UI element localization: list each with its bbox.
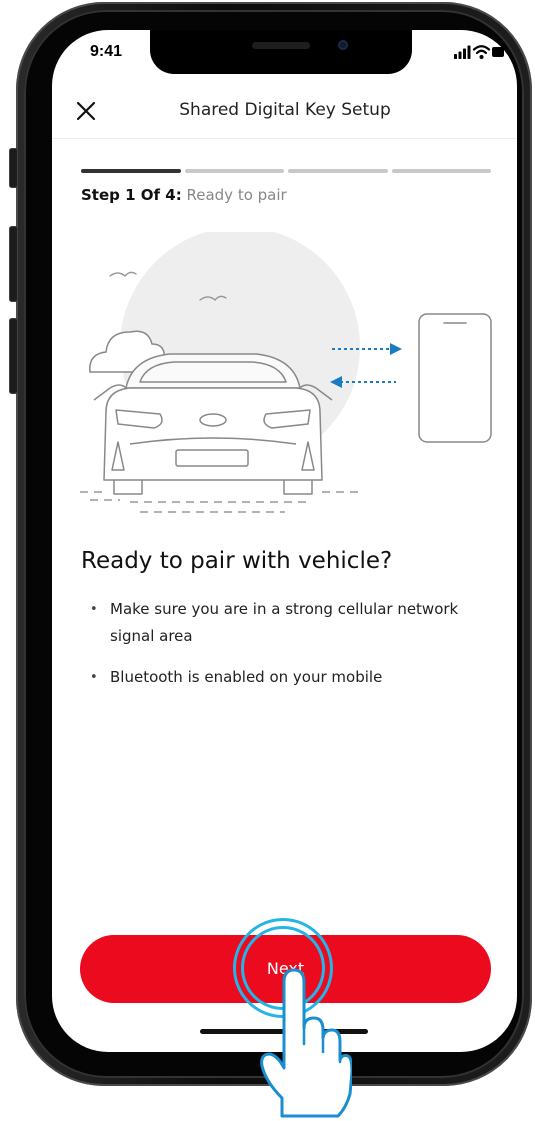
page-title: Shared Digital Key Setup bbox=[179, 100, 391, 120]
mute-switch bbox=[9, 148, 18, 188]
phone-icon bbox=[418, 313, 492, 443]
step-indicator: Step 1 Of 4: Ready to pair bbox=[81, 186, 287, 204]
instructions-list: Make sure you are in a strong cellular n… bbox=[90, 596, 490, 705]
progress-segment-2 bbox=[184, 169, 284, 173]
list-item: Bluetooth is enabled on your mobile bbox=[90, 664, 490, 691]
arrow-left-icon bbox=[330, 376, 396, 388]
cellular-signal-icon bbox=[454, 45, 471, 59]
tutorial-stage: 9:41 Shared Digital Key Setup Step 1 Of … bbox=[0, 0, 535, 1121]
battery-icon bbox=[492, 47, 504, 57]
front-camera-icon bbox=[338, 40, 348, 50]
hand-pointer-icon bbox=[260, 968, 352, 1118]
pairing-illustration bbox=[80, 232, 492, 513]
volume-down-button bbox=[9, 318, 18, 394]
status-time: 9:41 bbox=[90, 43, 123, 60]
header-divider bbox=[52, 138, 517, 139]
volume-up-button bbox=[9, 226, 18, 302]
close-icon[interactable] bbox=[76, 101, 96, 121]
list-item: Make sure you are in a strong cellular n… bbox=[90, 596, 490, 650]
wifi-icon bbox=[472, 45, 491, 59]
status-icons bbox=[454, 45, 504, 59]
main-heading: Ready to pair with vehicle? bbox=[81, 548, 393, 574]
step-name: Ready to pair bbox=[186, 186, 287, 204]
progress-segment-1 bbox=[81, 169, 181, 173]
ground-lines bbox=[80, 491, 360, 513]
progress-segment-4 bbox=[391, 169, 491, 173]
notch bbox=[150, 30, 412, 74]
progress-segment-3 bbox=[288, 169, 388, 173]
step-counter: Step 1 Of 4: bbox=[81, 186, 182, 204]
phone-screen bbox=[52, 30, 517, 1052]
speaker-grille bbox=[252, 42, 310, 49]
step-progress-bar bbox=[81, 169, 491, 173]
